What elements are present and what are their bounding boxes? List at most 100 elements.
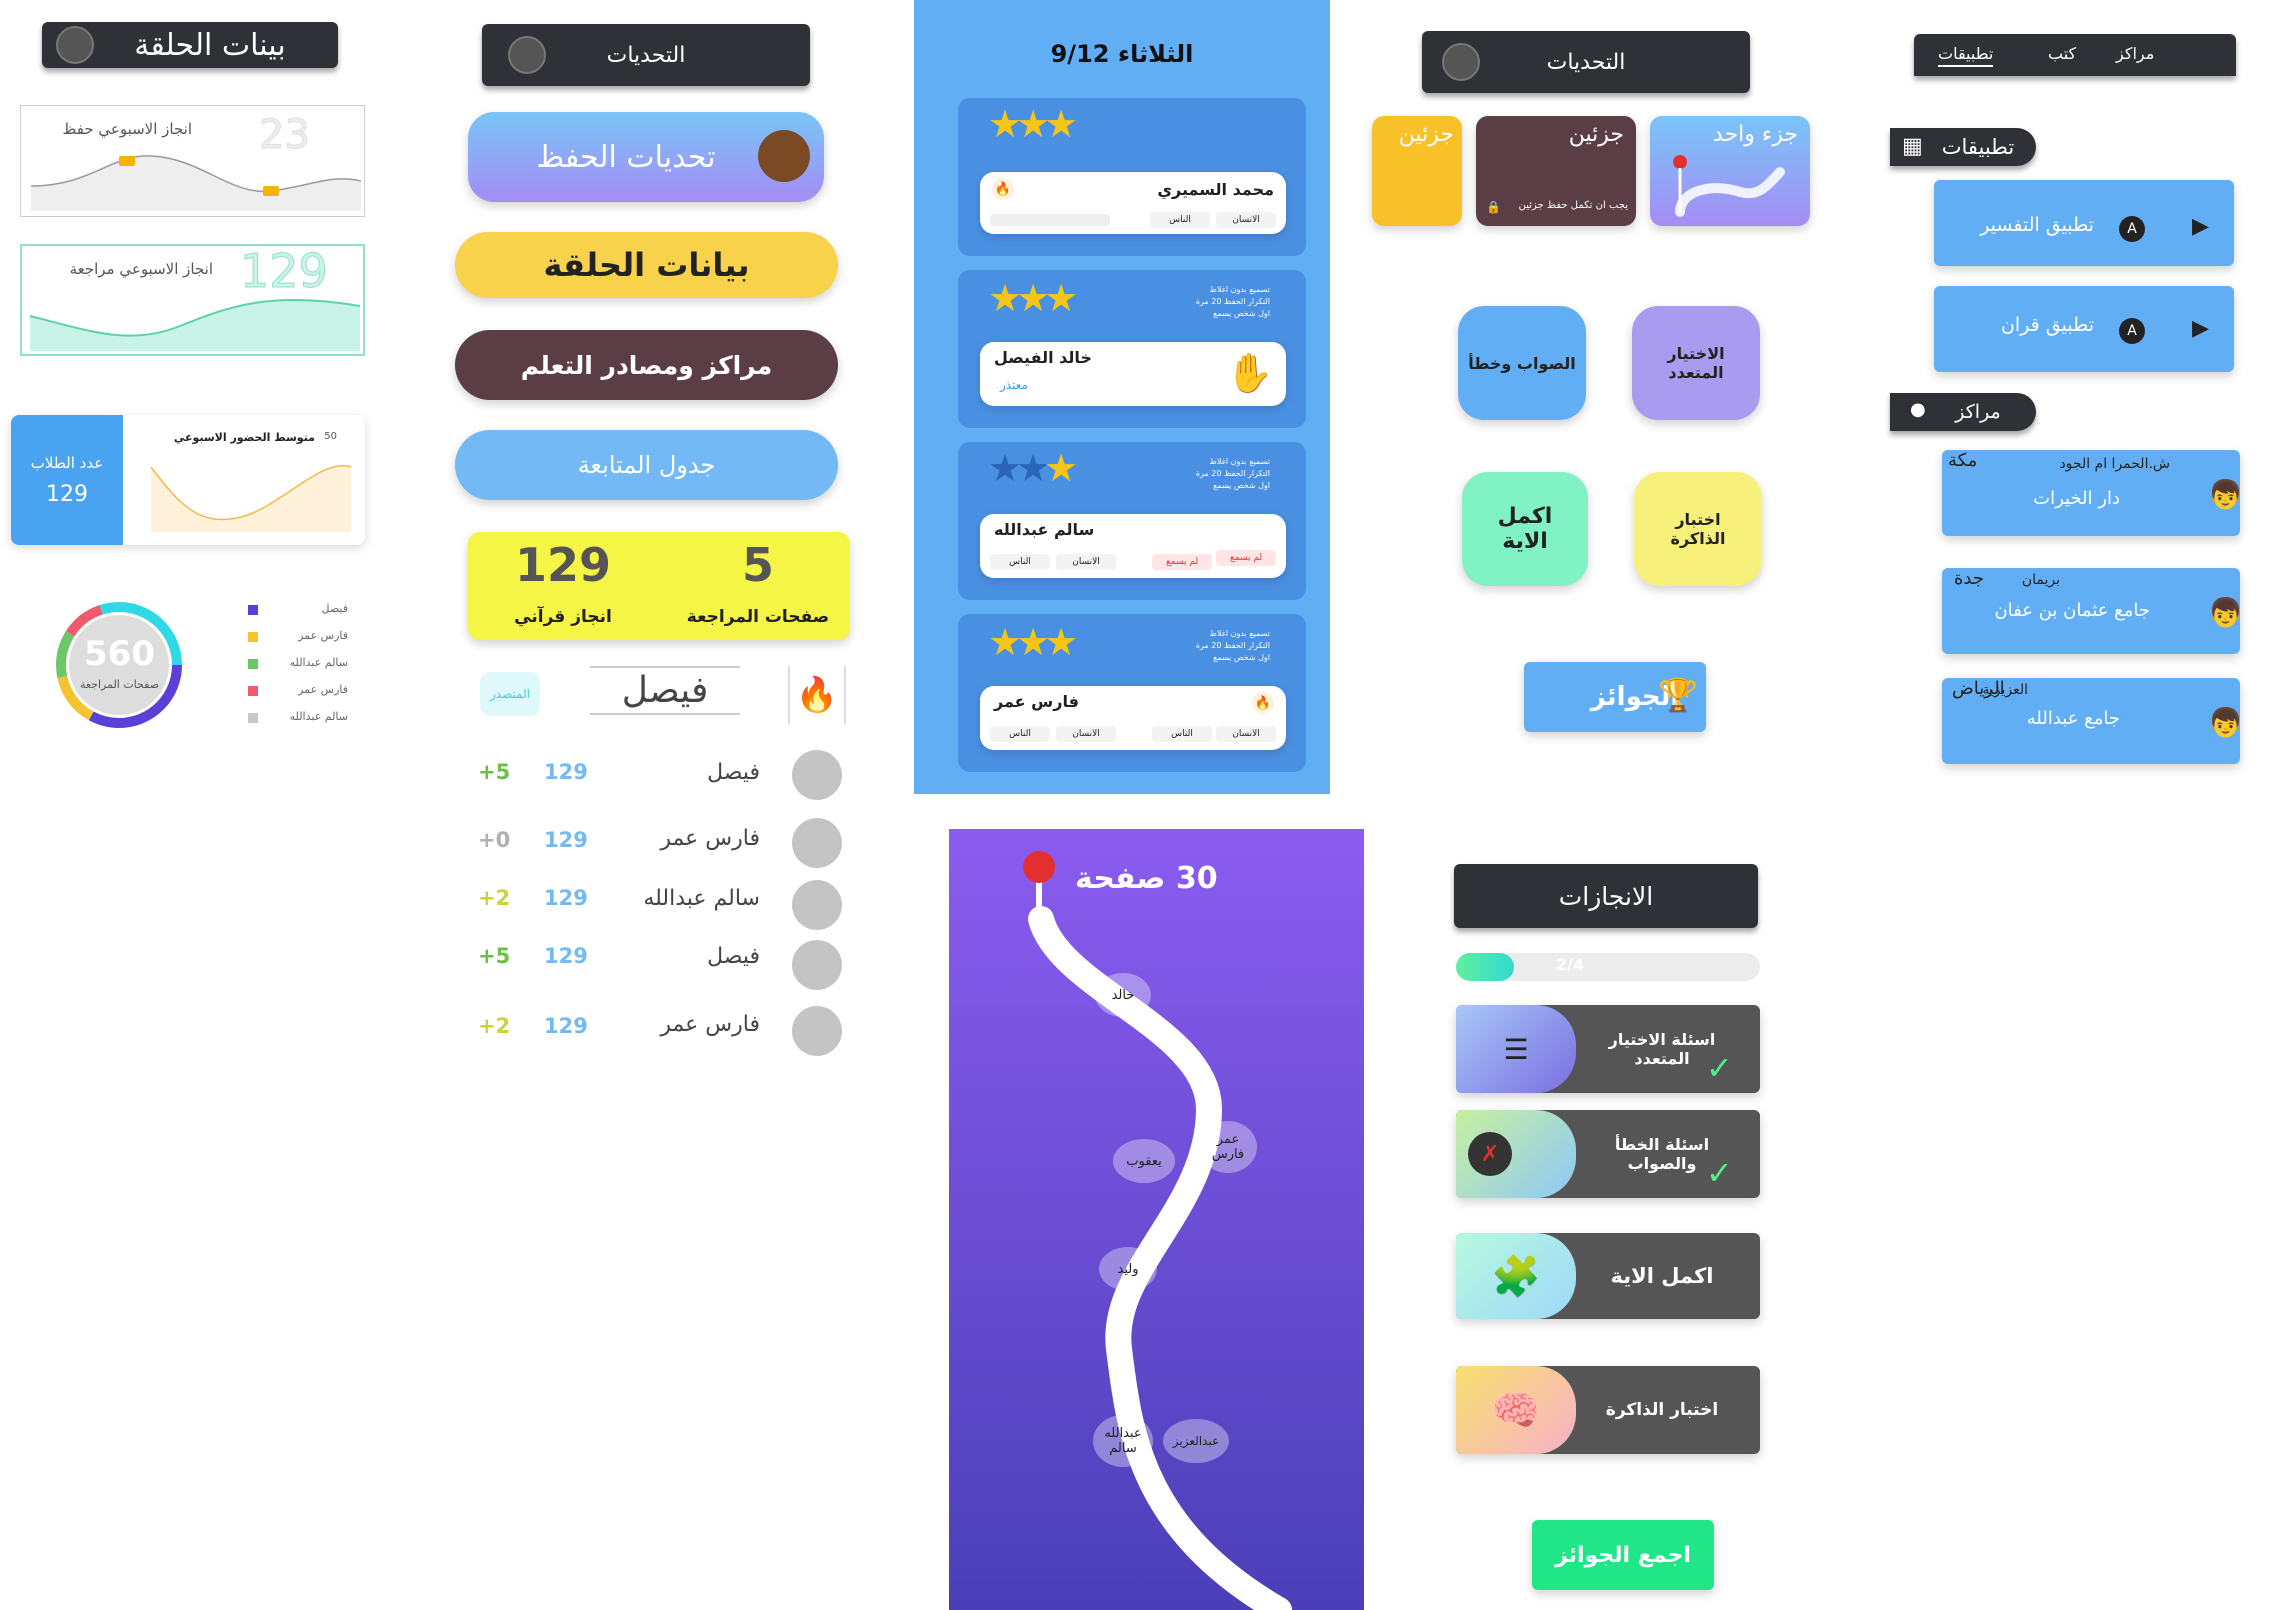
person-icon: 👦 — [2208, 596, 2243, 629]
prizes-button[interactable]: الجوائز 🏆 — [1524, 662, 1706, 732]
review-value: 5 — [741, 538, 774, 592]
play-store-icon: ▶ — [2192, 316, 2209, 341]
collect-prizes-button[interactable]: اجمع الجوائز — [1532, 1520, 1714, 1590]
achievement-row[interactable]: ✗ اسئلة الخطأ والصواب ✓ — [1456, 1110, 1760, 1198]
tab-books[interactable]: كتب — [2048, 44, 2076, 63]
attendance-line-chart — [150, 464, 352, 532]
student-name: فيصل — [707, 944, 760, 969]
challenges-header-2: التحديات — [1422, 31, 1750, 93]
mcq-game-button[interactable]: الاختيار المتعدد — [1632, 306, 1760, 420]
path-student-bubble[interactable]: عبدالله سالم — [1093, 1415, 1153, 1467]
daily-panel: الثلاثاء 9/12 ★★★ محمد السميري 🔥 الناس ا… — [914, 0, 1330, 794]
score: 129 — [544, 886, 588, 910]
weekly-review-card: انجاز الاسبوعي مراجعة 129 — [20, 244, 365, 356]
review-label: صفحات المراجعة — [686, 607, 830, 627]
avatar — [792, 880, 842, 930]
top-tabs: مراكز كتب تطبيقات — [1914, 34, 2236, 76]
tab-apps[interactable]: تطبيقات — [1938, 44, 1994, 67]
circle-data-label: بيانات الحلقة — [543, 246, 750, 284]
avatar — [792, 1006, 842, 1056]
center-card[interactable]: الرياض العزيزية جامع عبدالله 👦 — [1942, 678, 2243, 764]
path-student-bubble[interactable]: عبدالعزيز — [1163, 1419, 1229, 1463]
legend-item: فيصل — [248, 602, 348, 629]
memory-game-button[interactable]: اختبار الذاكرة — [1634, 472, 1762, 586]
level-tile-two-locked[interactable]: جزئين يجب ان تكمل حفظ جزئين 🔒 — [1476, 116, 1636, 226]
trend-icon — [508, 36, 546, 74]
grid-icon: ▦ — [1902, 134, 1923, 159]
person-icon: 👦 — [2208, 706, 2243, 739]
path-student-bubble[interactable]: وليد — [1099, 1247, 1157, 1291]
check-icon: ✓ — [1706, 1049, 1733, 1087]
center-city: جدة — [1954, 568, 1985, 589]
progress-placeholder — [990, 214, 1110, 226]
achievement-row[interactable]: 🧩 اكمل الاية — [1456, 1233, 1760, 1319]
schedule-button[interactable]: جدول المتابعة — [455, 430, 838, 500]
legend-label: فارس عمر — [298, 683, 348, 696]
achievement-row[interactable]: 🧠 اختبار الذاكرة — [1456, 1366, 1760, 1454]
student-card[interactable]: ★★★ محمد السميري 🔥 الناس الانسان — [958, 98, 1306, 256]
achievements-progress: 2/4 — [1456, 953, 1760, 981]
delta: +0 — [478, 828, 511, 852]
stats-card: 129 انجاز قرآني 5 صفحات المراجعة — [468, 532, 850, 640]
complete-verse-game-button[interactable]: اكمل الاية — [1462, 472, 1588, 586]
student-name: خالد الفيصل — [994, 348, 1092, 367]
student-card[interactable]: ★★★ تسميع بدون اغلاط التكرار الحفظ 20 مر… — [958, 614, 1306, 772]
note: التكرار الحفظ 20 مرة — [1195, 297, 1270, 306]
students-label: عدد الطلاب — [30, 453, 104, 472]
score: 129 — [544, 760, 588, 784]
leaderboard-list: +5 129 فيصل +0 129 فارس عمر +2 129 سالم … — [470, 748, 852, 1062]
achievement-label: اكمل الاية — [1610, 1264, 1714, 1288]
stars-rating: ★★★ — [988, 276, 1078, 320]
app-card-tafsir[interactable]: تطبيق التفسير A ▶ — [1934, 180, 2234, 266]
app-name: تطبيق التفسير — [1980, 214, 2094, 236]
leaderboard-row: +0 129 فارس عمر — [470, 812, 852, 874]
memo-challenges-label: تحديات الحفظ — [536, 139, 716, 175]
path-student-bubble[interactable]: عمر فارس — [1199, 1121, 1257, 1173]
flame-icon: 🔥 — [1252, 692, 1274, 714]
achievements-title: الانجازات — [1558, 881, 1654, 911]
truefalse-game-button[interactable]: الصواب وخطأ — [1458, 306, 1586, 420]
achievement-row[interactable]: ☰ اسئلة الاختيار المتعدد ✓ — [1456, 1005, 1760, 1093]
circle-data-button[interactable]: بيانات الحلقة — [455, 232, 838, 298]
memo-challenges-button[interactable]: تحديات الحفظ — [468, 112, 824, 202]
path-student-bubble[interactable]: خالد — [1095, 973, 1151, 1017]
score: 129 — [544, 1014, 588, 1038]
leader-row: المتصدر فيصل 🔥 — [470, 660, 852, 728]
tab-centers[interactable]: مراكز — [2116, 44, 2154, 63]
col1-header: بينات الحلقة — [42, 22, 338, 68]
schedule-label: جدول المتابعة — [577, 451, 716, 479]
leader-badge: المتصدر — [480, 672, 540, 716]
leader-name: فيصل — [590, 666, 740, 715]
note: التكرار الحفظ 20 مرة — [1195, 641, 1270, 650]
center-district: بريمان — [2021, 572, 2060, 588]
level-tile-two-yellow[interactable]: جزئين — [1372, 116, 1462, 226]
trophy-icon: 🏆 — [1658, 676, 1698, 714]
center-city: مكة — [1948, 450, 1978, 471]
app-name: تطبيق قران — [2000, 314, 2094, 336]
avatar — [792, 750, 842, 800]
tile-lock-note: يجب ان تكمل حفظ جزئين — [1518, 200, 1628, 211]
notes-list: تسميع بدون اغلاط التكرار الحفظ 20 مرة او… — [1196, 456, 1270, 492]
legend-label: سالم عبدالله — [289, 656, 348, 669]
tag: الناس — [1150, 212, 1210, 228]
tag: الانسان — [1056, 726, 1116, 742]
achievement-label: اختبار الذاكرة — [1605, 1400, 1719, 1420]
avatar — [792, 818, 842, 868]
student-card[interactable]: ★★★ تسميع بدون اغلاط التكرار الحفظ 20 مر… — [958, 442, 1306, 600]
note: اول شخص يسمع — [1213, 309, 1270, 318]
hand-icon: ✋ — [1226, 350, 1274, 395]
path-student-bubble[interactable]: يعقوب — [1113, 1139, 1175, 1183]
tag: الانسان — [1216, 212, 1276, 228]
tag: الانسان — [1056, 554, 1116, 570]
student-card[interactable]: ★★★ تسميع بدون اغلاط التكرار الحفظ 20 مر… — [958, 270, 1306, 428]
centers-button[interactable]: مراكز ومصادر التعلم — [455, 330, 838, 400]
stars-rating: ★★★ — [988, 620, 1078, 664]
student-name: فيصل — [707, 760, 760, 785]
app-card-quran[interactable]: تطبيق قران A ▶ — [1934, 286, 2234, 372]
center-card[interactable]: مكة ش.الحمرا ام الجود دار الخيرات 👦 — [1942, 450, 2243, 536]
circle-data-title: بينات الحلقة — [134, 27, 286, 63]
center-name: جامع عثمان بن عفان — [1994, 600, 2150, 621]
score: 129 — [544, 828, 588, 852]
level-tile-one[interactable]: جزء واحد — [1650, 116, 1810, 226]
center-card[interactable]: جدة بريمان جامع عثمان بن عفان 👦 — [1942, 568, 2243, 654]
